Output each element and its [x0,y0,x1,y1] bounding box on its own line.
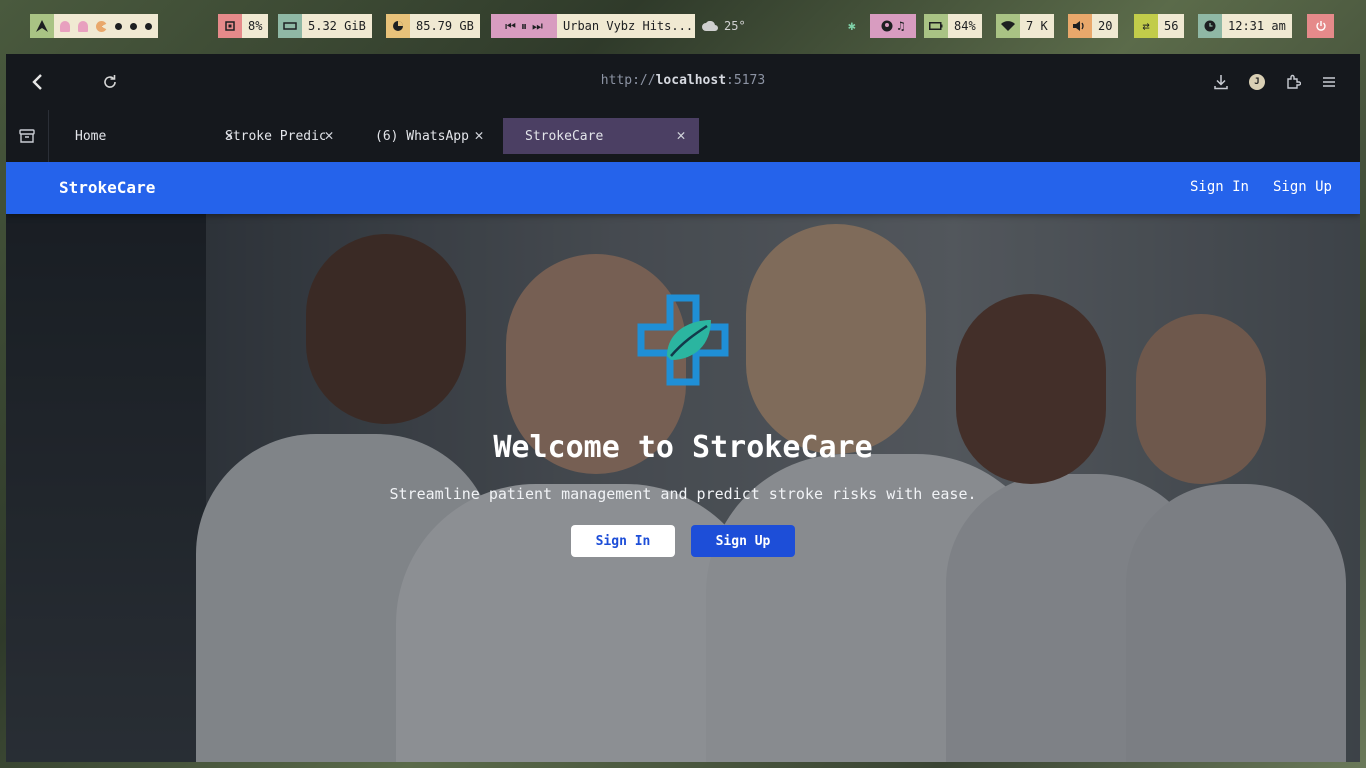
weather-module[interactable]: 25° [702,14,746,38]
ghost-icon[interactable] [60,20,70,32]
memory-icon [278,14,302,38]
battery-module[interactable]: 84% [924,14,982,38]
downloads-button[interactable] [1208,68,1234,96]
tab-strokecare[interactable]: StrokeCare ✕ [503,118,699,154]
disk-usage: 85.79 GB [410,14,480,38]
hamburger-menu-icon [1323,77,1335,87]
arch-logo-icon[interactable] [30,14,54,38]
media-module[interactable]: ⏮ ⏸ ⏭ Urban Vybz Hits... [491,14,695,38]
menu-button[interactable] [1316,68,1342,96]
next-track-icon[interactable]: ⏭ [532,19,543,34]
disk-pie-icon [386,14,410,38]
cpu-usage: 8% [242,14,269,38]
medical-cross-leaf-icon [637,294,729,386]
hero-content: Welcome to StrokeCare Streamline patient… [6,294,1360,557]
spotify-module[interactable]: ♫ [870,14,916,38]
sign-up-button[interactable]: Sign Up [691,525,795,557]
network-speed: 7 K [1020,14,1054,38]
system-status-bar: 8% 5.32 GiB 85.79 GB ⏮ ⏸ ⏭ Urban Vybz Hi… [30,14,1334,38]
pause-icon[interactable]: ⏸ [521,19,527,34]
nav-sign-in-link[interactable]: Sign In [1190,179,1249,195]
archive-box-icon [19,129,35,143]
pacman-icon[interactable] [96,20,107,32]
sign-in-button[interactable]: Sign In [571,525,675,557]
weather-temperature: 25° [724,19,746,33]
tab-bar: Home ✕ Stroke Predic ✕ (6) WhatsApp ✕ St… [6,110,1360,162]
disk-module[interactable]: 85.79 GB [386,14,480,38]
clock-icon [1198,14,1222,38]
previous-track-icon[interactable]: ⏮ [505,19,516,34]
nav-links: Sign In Sign Up [1190,179,1332,195]
site-brand[interactable]: StrokeCare [59,178,155,197]
battery-icon [924,14,948,38]
web-page: StrokeCare Sign In Sign Up Welcome to St… [6,162,1360,762]
close-tab-icon[interactable]: ✕ [673,127,689,143]
cpu-icon [218,14,242,38]
url-host: localhost [655,73,727,88]
url-bar: http://localhost:5173 J [6,54,1360,110]
network-module[interactable]: 7 K [996,14,1054,38]
hero-subtitle: Streamline patient management and predic… [389,485,977,503]
memory-usage: 5.32 GiB [302,14,372,38]
download-icon [1214,75,1228,90]
profile-button[interactable]: J [1244,68,1270,96]
workspaces[interactable] [30,14,158,38]
hero-actions: Sign In Sign Up [6,525,1360,557]
power-icon[interactable] [1307,14,1334,38]
extensions-button[interactable] [1280,68,1306,96]
wifi-icon [996,14,1020,38]
hero-section: Welcome to StrokeCare Streamline patient… [6,214,1360,762]
address-field[interactable]: http://localhost:5173 [6,73,1360,88]
bluetooth-icon[interactable]: ✱ [848,14,856,38]
volume-module[interactable]: 20 [1068,14,1119,38]
clock-module[interactable]: 12:31 am [1198,14,1292,38]
volume-level: 20 [1092,14,1119,38]
updates-count: 56 [1158,14,1185,38]
memory-module[interactable]: 5.32 GiB [278,14,372,38]
url-port: :5173 [726,73,766,88]
site-navbar: StrokeCare Sign In Sign Up [6,162,1360,214]
tab-label: Home [75,128,107,144]
tab-label: (6) WhatsApp [375,128,469,144]
workspace-dot[interactable] [130,22,137,30]
browser-toolbar: J [1208,68,1342,96]
power-button[interactable] [1307,14,1334,38]
clock-time: 12:31 am [1222,14,1292,38]
refresh-arrows-icon: ⇄ [1134,14,1158,38]
puzzle-icon [1287,74,1301,89]
media-title: Urban Vybz Hits... [557,14,695,38]
workspace-dot[interactable] [115,22,122,30]
speaker-icon [1068,14,1092,38]
close-tab-icon[interactable]: ✕ [321,127,337,143]
cpu-module[interactable]: 8% [218,14,269,38]
browser-window: http://localhost:5173 J Home ✕ Stroke Pr… [6,54,1360,762]
close-tab-icon[interactable]: ✕ [471,127,487,143]
tab-label: StrokeCare [525,128,604,144]
profile-avatar: J [1249,74,1265,90]
hero-title: Welcome to StrokeCare [493,430,873,465]
tab-label: Stroke Predic [225,128,325,144]
cloud-icon [702,21,718,31]
user-icon [881,20,893,32]
ghost-icon[interactable] [78,20,88,32]
media-controls[interactable]: ⏮ ⏸ ⏭ [491,14,557,38]
battery-level: 84% [948,14,982,38]
url-scheme: http:// [600,73,656,88]
nav-sign-up-link[interactable]: Sign Up [1273,179,1332,195]
updates-module[interactable]: ⇄ 56 [1134,14,1185,38]
workspace-dot[interactable] [145,22,152,30]
tab-manager-button[interactable] [6,110,49,162]
music-note-icon: ♫ [897,19,905,33]
